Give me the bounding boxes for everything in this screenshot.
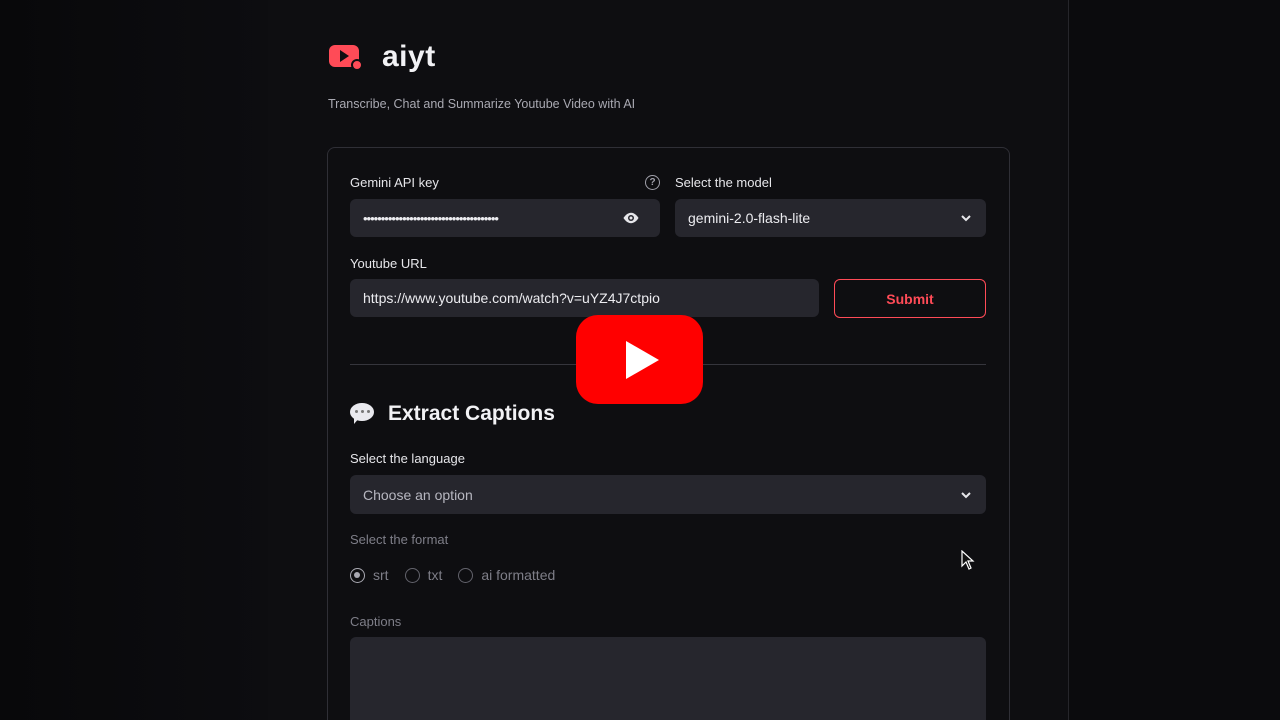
right-backdrop (1068, 0, 1280, 720)
mouse-cursor-icon (961, 550, 975, 570)
api-key-label: Gemini API key (350, 175, 439, 190)
radio-circle (404, 567, 420, 583)
left-backdrop (0, 0, 268, 720)
radio-circle (458, 567, 474, 583)
question-circle-icon[interactable]: ? (645, 175, 660, 190)
language-placeholder: Choose an option (363, 486, 473, 503)
form-card: Gemini API key ? Select the model ••••••… (327, 147, 1010, 720)
format-radio-group: srt txt ai formatted (350, 567, 571, 583)
language-select[interactable]: Choose an option (350, 475, 986, 514)
app-title: aiyt (382, 40, 436, 73)
radio-label: txt (427, 567, 443, 583)
api-key-input[interactable]: •••••••••••••••••••••••••••••••••••••• (350, 199, 660, 237)
radio-label: ai formatted (481, 567, 556, 583)
radio-txt[interactable]: txt (404, 567, 443, 583)
youtube-plus-icon (329, 42, 363, 72)
model-value: gemini-2.0-flash-lite (688, 210, 811, 226)
submit-button[interactable]: Submit (834, 279, 986, 318)
speech-bubble-icon (350, 403, 374, 425)
youtube-url-input[interactable]: https://www.youtube.com/watch?v=uYZ4J7ct… (350, 279, 819, 317)
chevron-down-icon (961, 491, 971, 498)
tagline: Transcribe, Chat and Summarize Youtube V… (328, 97, 636, 111)
radio-label: srt (373, 567, 389, 583)
section-header: Extract Captions (350, 402, 555, 426)
api-key-value: •••••••••••••••••••••••••••••••••••••• (363, 210, 499, 226)
brand: aiyt (329, 40, 436, 74)
format-label: Select the format (350, 532, 449, 547)
radio-circle (350, 567, 365, 583)
captions-textarea[interactable] (350, 637, 986, 720)
radio-srt[interactable]: srt (350, 567, 389, 583)
chevron-down-icon (961, 215, 971, 222)
model-label: Select the model (675, 175, 772, 190)
youtube-play-icon[interactable] (576, 315, 703, 404)
radio-ai-formatted[interactable]: ai formatted (458, 567, 555, 583)
section-title: Extract Captions (388, 402, 555, 425)
language-label: Select the language (350, 451, 465, 466)
url-label: Youtube URL (350, 256, 427, 271)
model-select[interactable]: gemini-2.0-flash-lite (675, 199, 986, 237)
url-value: https://www.youtube.com/watch?v=uYZ4J7ct… (363, 290, 660, 306)
captions-label: Captions (350, 614, 402, 629)
eye-icon[interactable] (622, 210, 640, 226)
